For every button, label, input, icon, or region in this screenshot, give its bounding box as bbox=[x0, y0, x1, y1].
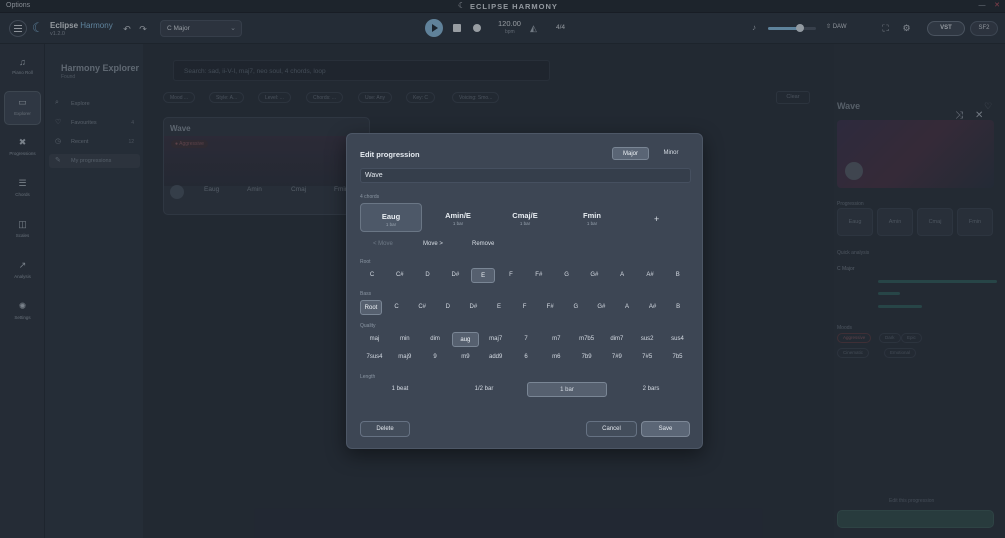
add-chord-button[interactable]: + bbox=[654, 214, 659, 224]
root-option[interactable]: C bbox=[360, 268, 384, 283]
save-button[interactable]: Save bbox=[641, 421, 690, 437]
bass-option[interactable]: F# bbox=[539, 300, 561, 315]
progression-name-input[interactable]: Wave bbox=[360, 168, 691, 183]
root-option[interactable]: A bbox=[610, 268, 634, 283]
quality-option[interactable]: 7#5 bbox=[634, 350, 661, 365]
chord-slot[interactable]: Fmin 1 bar bbox=[561, 203, 623, 232]
bass-option[interactable]: E bbox=[488, 300, 510, 315]
bass-option[interactable]: G# bbox=[590, 300, 612, 315]
quality-option[interactable]: maj bbox=[361, 332, 388, 347]
length-option[interactable]: 1 bar bbox=[527, 382, 607, 397]
quality-option[interactable]: maj9 bbox=[391, 350, 418, 365]
length-option[interactable]: 1/2 bar bbox=[444, 382, 524, 397]
quality-option[interactable]: dim bbox=[422, 332, 449, 347]
move-left-button[interactable]: < Move bbox=[373, 241, 393, 247]
root-label: Root bbox=[360, 259, 371, 265]
root-option[interactable]: F bbox=[499, 268, 523, 283]
root-option[interactable]: G bbox=[555, 268, 579, 283]
length-label: Length bbox=[360, 374, 376, 380]
bass-option[interactable]: Root bbox=[360, 300, 382, 315]
slot-name: Amin/E bbox=[445, 211, 471, 220]
cancel-button[interactable]: Cancel bbox=[586, 421, 637, 437]
quality-option[interactable]: 7#9 bbox=[603, 350, 630, 365]
bass-option[interactable]: B bbox=[667, 300, 689, 315]
quality-option[interactable]: sus2 bbox=[634, 332, 661, 347]
chord-slot[interactable]: Cmaj/E 1 bar bbox=[494, 203, 556, 232]
bass-option[interactable]: D bbox=[437, 300, 459, 315]
quality-option[interactable]: 6 bbox=[513, 350, 540, 365]
quality-option[interactable]: 7b5 bbox=[664, 350, 691, 365]
slot-duration: 1 bar bbox=[519, 221, 531, 226]
quality-option[interactable]: dim7 bbox=[603, 332, 630, 347]
mode-minor[interactable]: Minor bbox=[653, 147, 689, 160]
root-option[interactable]: D bbox=[416, 268, 440, 283]
delete-button[interactable]: Delete bbox=[360, 421, 410, 437]
quality-option[interactable]: aug bbox=[451, 332, 479, 347]
slot-duration: 1 bar bbox=[452, 221, 464, 226]
bass-option[interactable]: C# bbox=[411, 300, 433, 315]
quality-option[interactable]: min bbox=[391, 332, 418, 347]
quality-option[interactable]: 9 bbox=[422, 350, 449, 365]
length-option[interactable]: 1 beat bbox=[360, 382, 440, 397]
quality-option[interactable]: sus4 bbox=[664, 332, 691, 347]
slot-duration: 1 bar bbox=[586, 221, 598, 226]
slot-name: Fmin bbox=[583, 211, 601, 220]
quality-label: Quality bbox=[360, 323, 376, 329]
bass-option[interactable]: A# bbox=[642, 300, 664, 315]
slot-name: Eaug bbox=[381, 212, 401, 221]
bass-label: Bass bbox=[360, 291, 372, 297]
root-option[interactable]: D# bbox=[443, 268, 467, 283]
length-option[interactable]: 2 bars bbox=[611, 382, 691, 397]
bass-option[interactable]: F bbox=[514, 300, 536, 315]
root-option[interactable]: A# bbox=[638, 268, 662, 283]
quality-option[interactable]: m7b5 bbox=[573, 332, 600, 347]
chord-slot[interactable]: Eaug 1 bar bbox=[360, 203, 422, 232]
slot-name: Cmaj/E bbox=[512, 211, 538, 220]
quality-option[interactable]: maj7 bbox=[482, 332, 509, 347]
root-option[interactable]: B bbox=[666, 268, 690, 283]
quality-option[interactable]: 7 bbox=[513, 332, 540, 347]
remove-chord-button[interactable]: Remove bbox=[472, 241, 494, 247]
edit-progression-dialog: Edit progression Major Minor Wave 4 chor… bbox=[346, 133, 703, 449]
chord-count-label: 4 chords bbox=[360, 194, 380, 200]
move-right-button[interactable]: Move > bbox=[423, 241, 443, 247]
bass-option[interactable]: D# bbox=[462, 300, 484, 315]
root-option[interactable]: C# bbox=[388, 268, 412, 283]
slot-duration: 1 bar bbox=[385, 222, 397, 227]
bass-option[interactable]: A bbox=[616, 300, 638, 315]
quality-option[interactable]: m7 bbox=[543, 332, 570, 347]
quality-option[interactable]: 7b9 bbox=[573, 350, 600, 365]
root-option[interactable]: F# bbox=[527, 268, 551, 283]
bass-option[interactable]: C bbox=[386, 300, 408, 315]
quality-option[interactable]: m9 bbox=[452, 350, 479, 365]
root-option[interactable]: E bbox=[471, 268, 496, 283]
quality-option[interactable]: m6 bbox=[543, 350, 570, 365]
quality-option[interactable]: 7sus4 bbox=[361, 350, 388, 365]
quality-option[interactable]: add9 bbox=[482, 350, 509, 365]
root-option[interactable]: G# bbox=[582, 268, 606, 283]
dialog-title: Edit progression bbox=[360, 150, 420, 159]
bass-option[interactable]: G bbox=[565, 300, 587, 315]
chord-slot[interactable]: Amin/E 1 bar bbox=[427, 203, 489, 232]
mode-major[interactable]: Major bbox=[612, 147, 649, 160]
